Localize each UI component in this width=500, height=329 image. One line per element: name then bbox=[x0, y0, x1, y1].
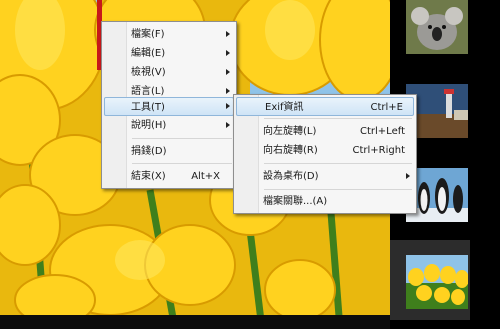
submenu-arrow-icon bbox=[226, 88, 230, 94]
submenu-arrow-icon bbox=[226, 69, 230, 75]
submenu-arrow-icon bbox=[406, 173, 410, 179]
submenu-item-exif-info[interactable]: Exif資訊 Ctrl+E bbox=[236, 97, 414, 116]
tools-submenu: Exif資訊 Ctrl+E 向左旋轉(L) Ctrl+Left 向右旋轉(R) … bbox=[233, 94, 417, 214]
menu-item-help[interactable]: 說明(H) bbox=[104, 116, 234, 135]
menu-item-exit-shortcut: Alt+X bbox=[191, 171, 220, 182]
koala-thumbnail-image bbox=[406, 0, 468, 54]
menu-separator bbox=[132, 163, 232, 164]
menu-separator bbox=[264, 163, 412, 164]
submenu-item-set-wallpaper[interactable]: 設為桌布(D) bbox=[236, 167, 414, 186]
menu-item-tools[interactable]: 工具(T) bbox=[104, 97, 234, 116]
menu-item-exit[interactable]: 結束(X) Alt+X bbox=[104, 167, 234, 186]
submenu-item-rotate-right[interactable]: 向右旋轉(R) Ctrl+Right bbox=[236, 141, 414, 160]
menu-item-view-label: 檢視(V) bbox=[131, 67, 166, 78]
menu-separator bbox=[132, 138, 232, 139]
submenu-item-exif-info-shortcut: Ctrl+E bbox=[370, 102, 404, 113]
menu-item-edit-label: 編輯(E) bbox=[131, 48, 166, 59]
thumbnail-tulips-selected[interactable] bbox=[390, 240, 470, 320]
context-menu: 檔案(F) 編輯(E) 檢視(V) 語言(L) 工具(T) 說明(H) 捐錢(D… bbox=[101, 21, 237, 189]
menu-separator bbox=[264, 189, 412, 190]
submenu-item-rotate-left-label: 向左旋轉(L) bbox=[263, 126, 317, 137]
submenu-item-rotate-right-label: 向右旋轉(R) bbox=[263, 145, 318, 156]
menu-item-help-label: 說明(H) bbox=[131, 120, 167, 131]
tulips-thumbnail-image bbox=[406, 255, 468, 309]
submenu-item-rotate-left[interactable]: 向左旋轉(L) Ctrl+Left bbox=[236, 122, 414, 141]
menu-item-view[interactable]: 檢視(V) bbox=[104, 63, 234, 82]
submenu-item-file-association[interactable]: 檔案關聯...(A) bbox=[236, 192, 414, 211]
submenu-item-exif-info-label: Exif資訊 bbox=[265, 102, 304, 113]
menu-item-file[interactable]: 檔案(F) bbox=[104, 25, 234, 44]
submenu-arrow-icon bbox=[226, 103, 230, 109]
menu-separator bbox=[264, 118, 412, 119]
menu-item-edit[interactable]: 編輯(E) bbox=[104, 44, 234, 63]
viewer-bottom-bar bbox=[0, 315, 390, 329]
submenu-item-rotate-right-shortcut: Ctrl+Right bbox=[352, 145, 405, 156]
menu-item-tools-label: 工具(T) bbox=[131, 102, 165, 113]
menu-item-exit-label: 結束(X) bbox=[131, 171, 166, 182]
submenu-item-set-wallpaper-label: 設為桌布(D) bbox=[263, 171, 319, 182]
menu-item-file-label: 檔案(F) bbox=[131, 29, 165, 40]
submenu-item-file-association-label: 檔案關聯...(A) bbox=[263, 196, 328, 207]
menu-item-donate-label: 捐錢(D) bbox=[131, 146, 167, 157]
submenu-arrow-icon bbox=[226, 31, 230, 37]
submenu-item-rotate-left-shortcut: Ctrl+Left bbox=[360, 126, 405, 137]
thumbnail-koala[interactable] bbox=[406, 0, 468, 54]
menu-item-donate[interactable]: 捐錢(D) bbox=[104, 142, 234, 161]
submenu-arrow-icon bbox=[226, 50, 230, 56]
submenu-arrow-icon bbox=[226, 122, 230, 128]
